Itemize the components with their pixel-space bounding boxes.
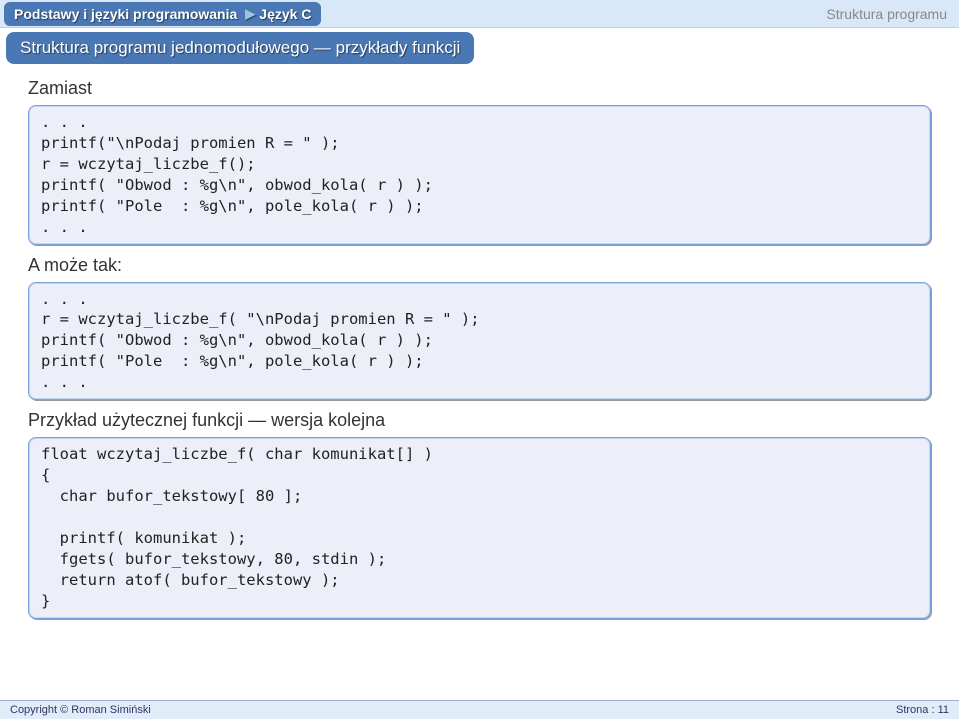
section-label-1: Zamiast bbox=[28, 78, 931, 99]
footer-bar: Copyright © Roman Simiński Strona : 11 bbox=[0, 700, 959, 719]
breadcrumb-part2: Język C bbox=[259, 6, 311, 22]
code-block-1: . . . printf("\nPodaj promien R = " ); r… bbox=[28, 105, 931, 245]
header-right-label: Struktura programu bbox=[826, 6, 947, 22]
code-block-2: . . . r = wczytaj_liczbe_f( "\nPodaj pro… bbox=[28, 282, 931, 401]
breadcrumb-tab: Podstawy i języki programowania ▶ Język … bbox=[4, 2, 321, 26]
header-bar: Podstawy i języki programowania ▶ Język … bbox=[0, 0, 959, 28]
code-block-3: float wczytaj_liczbe_f( char komunikat[]… bbox=[28, 437, 931, 618]
main-content: Zamiast . . . printf("\nPodaj promien R … bbox=[0, 64, 959, 619]
section-label-3: Przykład użytecznej funkcji — wersja kol… bbox=[28, 410, 931, 431]
breadcrumb-part1: Podstawy i języki programowania bbox=[14, 6, 237, 22]
footer-page-number: Strona : 11 bbox=[896, 704, 949, 716]
chevron-right-icon: ▶ bbox=[245, 6, 255, 22]
section-label-2: A może tak: bbox=[28, 255, 931, 276]
footer-copyright: Copyright © Roman Simiński bbox=[10, 704, 151, 716]
page-subtitle: Struktura programu jednomodułowego — prz… bbox=[6, 32, 474, 64]
